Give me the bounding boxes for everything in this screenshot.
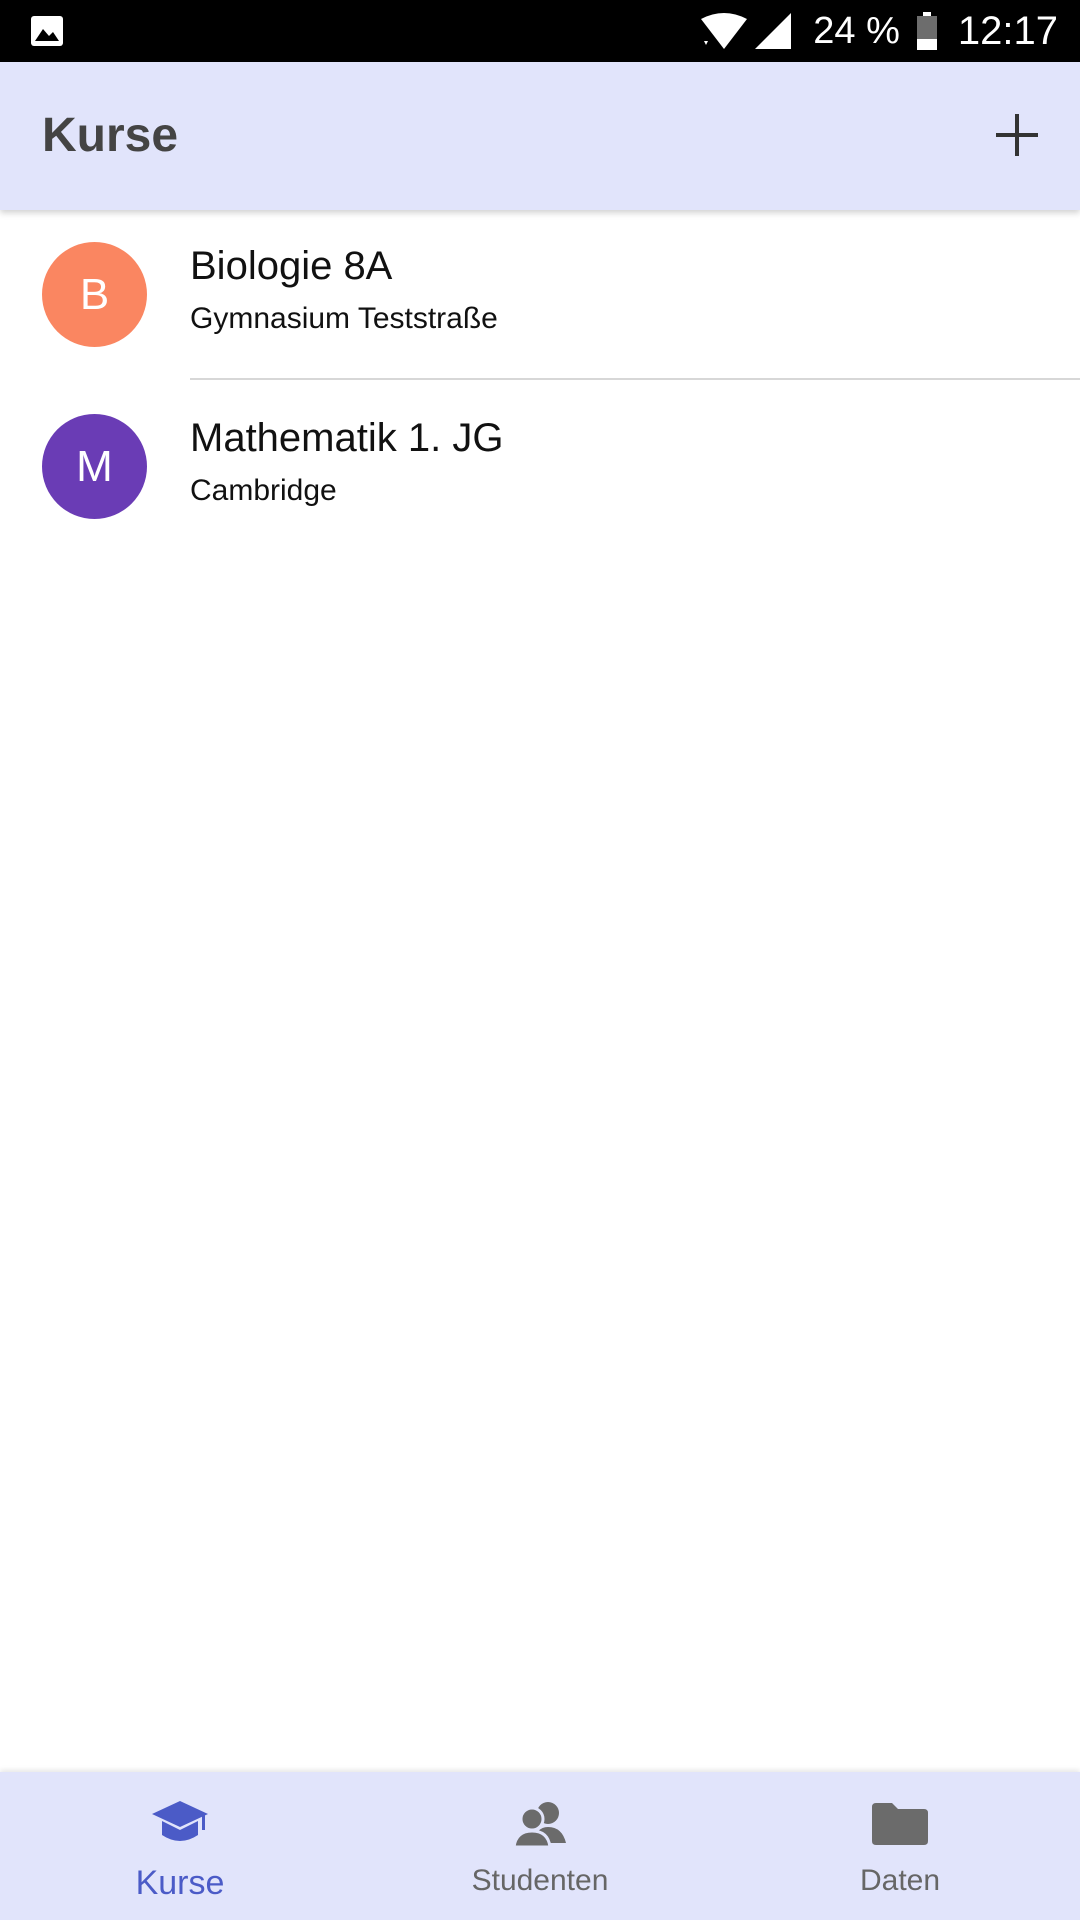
folder-icon: [868, 1796, 932, 1852]
nav-item-daten[interactable]: Daten: [720, 1772, 1080, 1920]
nav-item-studenten[interactable]: Studenten: [360, 1772, 720, 1920]
plus-icon: [994, 112, 1040, 163]
clock: 12:17: [957, 8, 1058, 53]
course-list: B Biologie 8A Gymnasium Teststraße M Mat…: [0, 210, 1080, 554]
avatar-initial: B: [79, 269, 110, 319]
course-avatar: B: [42, 242, 147, 347]
graduation-cap-icon: [148, 1796, 212, 1852]
wifi-icon: [701, 13, 748, 49]
nav-label-studenten: Studenten: [471, 1864, 609, 1897]
course-list-item[interactable]: M Mathematik 1. JG Cambridge: [0, 382, 1080, 554]
battery-icon: [916, 12, 938, 50]
nav-item-kurse[interactable]: Kurse: [0, 1772, 360, 1920]
nav-label-daten: Daten: [859, 1864, 941, 1897]
course-list-item[interactable]: B Biologie 8A Gymnasium Teststraße: [0, 210, 1080, 382]
app-bar: Kurse: [0, 62, 1080, 210]
status-indicators: 24 % 12:17: [701, 0, 1058, 62]
signal-icon: [755, 13, 792, 49]
add-course-button[interactable]: [982, 102, 1052, 172]
bottom-navigation: Kurse Studenten Daten: [0, 1772, 1080, 1920]
people-icon: [508, 1796, 572, 1852]
battery-percentage: 24 %: [813, 9, 900, 52]
course-avatar: M: [42, 414, 147, 519]
nav-label-kurse: Kurse: [135, 1864, 225, 1902]
avatar-initial: M: [76, 441, 113, 491]
gallery-icon: [30, 15, 64, 47]
divider: [190, 378, 1080, 380]
course-title: Biologie 8A: [190, 244, 393, 288]
status-bar: 24 % 12:17: [0, 0, 1080, 62]
course-title: Mathematik 1. JG: [190, 416, 504, 460]
course-subtitle: Cambridge: [190, 474, 337, 507]
page-title: Kurse: [42, 109, 179, 162]
course-subtitle: Gymnasium Teststraße: [190, 302, 498, 335]
screen: 24 % 12:17 Kurse B Biologie 8A Gymnasium…: [0, 0, 1080, 1920]
